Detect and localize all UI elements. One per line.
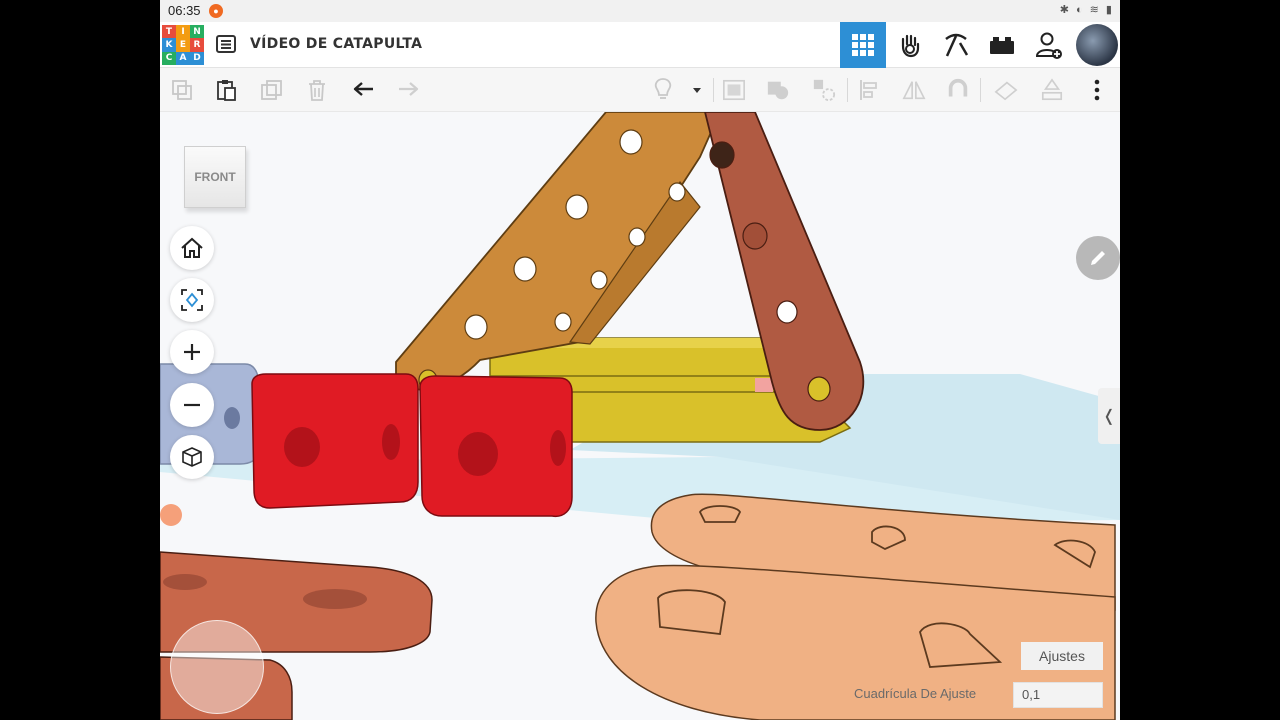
snap-grid-label: Cuadrícula De Ajuste: [854, 686, 977, 701]
app-header: TINKERCAD VÍDEO DE CATAPULTA: [160, 22, 1120, 68]
align-icon: [860, 80, 877, 100]
red-cube-hole: [458, 432, 498, 476]
status-time: 06:35: [168, 3, 201, 18]
pencil-icon: [1091, 251, 1105, 265]
redo-icon: [399, 82, 419, 96]
logo-letter: E: [176, 38, 190, 52]
paste-button[interactable]: [214, 78, 238, 102]
cruise-icon: [994, 81, 1018, 101]
design-title[interactable]: VÍDEO DE CATAPULTA: [250, 36, 422, 52]
design-list-icon[interactable]: [216, 34, 236, 54]
edit-toolbar: [160, 68, 1120, 112]
logo-letter: A: [176, 51, 190, 65]
duplicate-icon: [261, 80, 282, 100]
red-cube-hole: [284, 427, 320, 467]
copy-icon: [172, 80, 192, 100]
snap-marker[interactable]: [160, 504, 182, 526]
share-button[interactable]: [1026, 22, 1072, 68]
logo-letter: R: [190, 38, 204, 52]
dropdown-icon: [693, 88, 701, 93]
toolbar-divider: [980, 78, 981, 102]
blue-block-hole[interactable]: [224, 407, 240, 429]
note-button[interactable]: [722, 78, 746, 102]
more-options-button[interactable]: [1085, 78, 1109, 102]
notification-icon: ●: [209, 4, 223, 18]
light-button[interactable]: [651, 78, 675, 102]
zoom-in-button[interactable]: [170, 330, 214, 374]
zoom-out-icon: [184, 403, 200, 407]
touch-joystick[interactable]: [170, 620, 264, 714]
mirror-button[interactable]: [902, 78, 926, 102]
pickaxe-icon: [945, 33, 969, 57]
snap-grid-value[interactable]: 0,1: [1013, 682, 1103, 708]
add-user-icon: [1035, 32, 1062, 59]
logo-letter: K: [162, 38, 176, 52]
brick-icon: [990, 37, 1014, 54]
toolbar-divider: [847, 78, 848, 102]
perspective-icon: [182, 447, 202, 467]
perspective-button[interactable]: [170, 435, 214, 479]
duplicate-button[interactable]: [260, 78, 284, 102]
app-screen: 06:35 ● ✱ ◐ ≋ ▮ TINKERCAD VÍDEO DE CATAP…: [160, 0, 1120, 720]
group-icon: [767, 81, 789, 100]
copy-button[interactable]: [170, 78, 194, 102]
home-view-button[interactable]: [170, 226, 214, 270]
light-dropdown[interactable]: [685, 78, 709, 102]
build-button[interactable]: [933, 22, 979, 68]
red-cube-hole: [550, 430, 566, 466]
edit-button[interactable]: [1076, 236, 1120, 280]
fit-view-icon: [181, 289, 203, 311]
status-bar: 06:35 ● ✱ ◐ ≋ ▮: [160, 0, 1120, 22]
delete-icon: [309, 80, 325, 101]
logo-letter: N: [190, 25, 204, 39]
more-icon: [1094, 79, 1100, 101]
grid-view-button[interactable]: [840, 22, 886, 68]
undo-button[interactable]: [352, 78, 376, 102]
pin[interactable]: [755, 378, 773, 392]
settings-button[interactable]: Ajustes: [1021, 642, 1103, 670]
delete-button[interactable]: [305, 78, 329, 102]
terracotta-hole: [303, 589, 367, 609]
panel-collapse-handle[interactable]: ❬: [1098, 388, 1120, 444]
note-icon: [723, 79, 745, 101]
zoom-out-button[interactable]: [170, 383, 214, 427]
workplane-button[interactable]: [1040, 78, 1064, 102]
magnet-icon: [948, 78, 968, 97]
red-cube-hole: [382, 424, 400, 460]
logo-letter: T: [162, 25, 176, 39]
hand-sim-icon: [901, 34, 920, 58]
zoom-in-icon: [184, 344, 200, 360]
undo-icon: [353, 82, 373, 96]
view-cube-face-label: FRONT: [194, 170, 236, 184]
bricks-button[interactable]: [979, 22, 1025, 68]
cruise-button[interactable]: [994, 78, 1018, 102]
paste-icon: [217, 80, 236, 101]
toolbar-divider: [713, 78, 714, 102]
tinkercad-logo[interactable]: TINKERCAD: [162, 25, 204, 65]
align-button[interactable]: [858, 78, 882, 102]
chevron-left-icon: ❬: [1102, 408, 1116, 425]
ungroup-button[interactable]: [812, 78, 836, 102]
group-button[interactable]: [766, 78, 790, 102]
terracotta-hole: [163, 574, 207, 590]
workplane-icon: [1041, 78, 1063, 101]
scene-canvas[interactable]: [160, 112, 1120, 720]
fit-view-button[interactable]: [170, 278, 214, 322]
view-cube[interactable]: FRONT: [184, 146, 246, 208]
magnet-button[interactable]: [946, 78, 970, 102]
mirror-icon: [902, 81, 926, 100]
3d-workplane[interactable]: FRONT ❬ Ajustes Cuadrícula De Ajuste 0,1: [160, 112, 1120, 720]
logo-letter: C: [162, 51, 176, 65]
sim-lab-button[interactable]: [887, 22, 933, 68]
ungroup-icon: [813, 79, 836, 102]
system-status-icons: ✱ ◐ ≋ ▮: [1059, 4, 1114, 16]
redo-button[interactable]: [396, 78, 420, 102]
light-icon: [654, 78, 672, 99]
logo-letter: D: [190, 51, 204, 65]
logo-letter: I: [176, 25, 190, 39]
user-avatar[interactable]: [1076, 24, 1118, 66]
grid-view-icon: [852, 34, 874, 56]
home-icon: [181, 237, 203, 258]
